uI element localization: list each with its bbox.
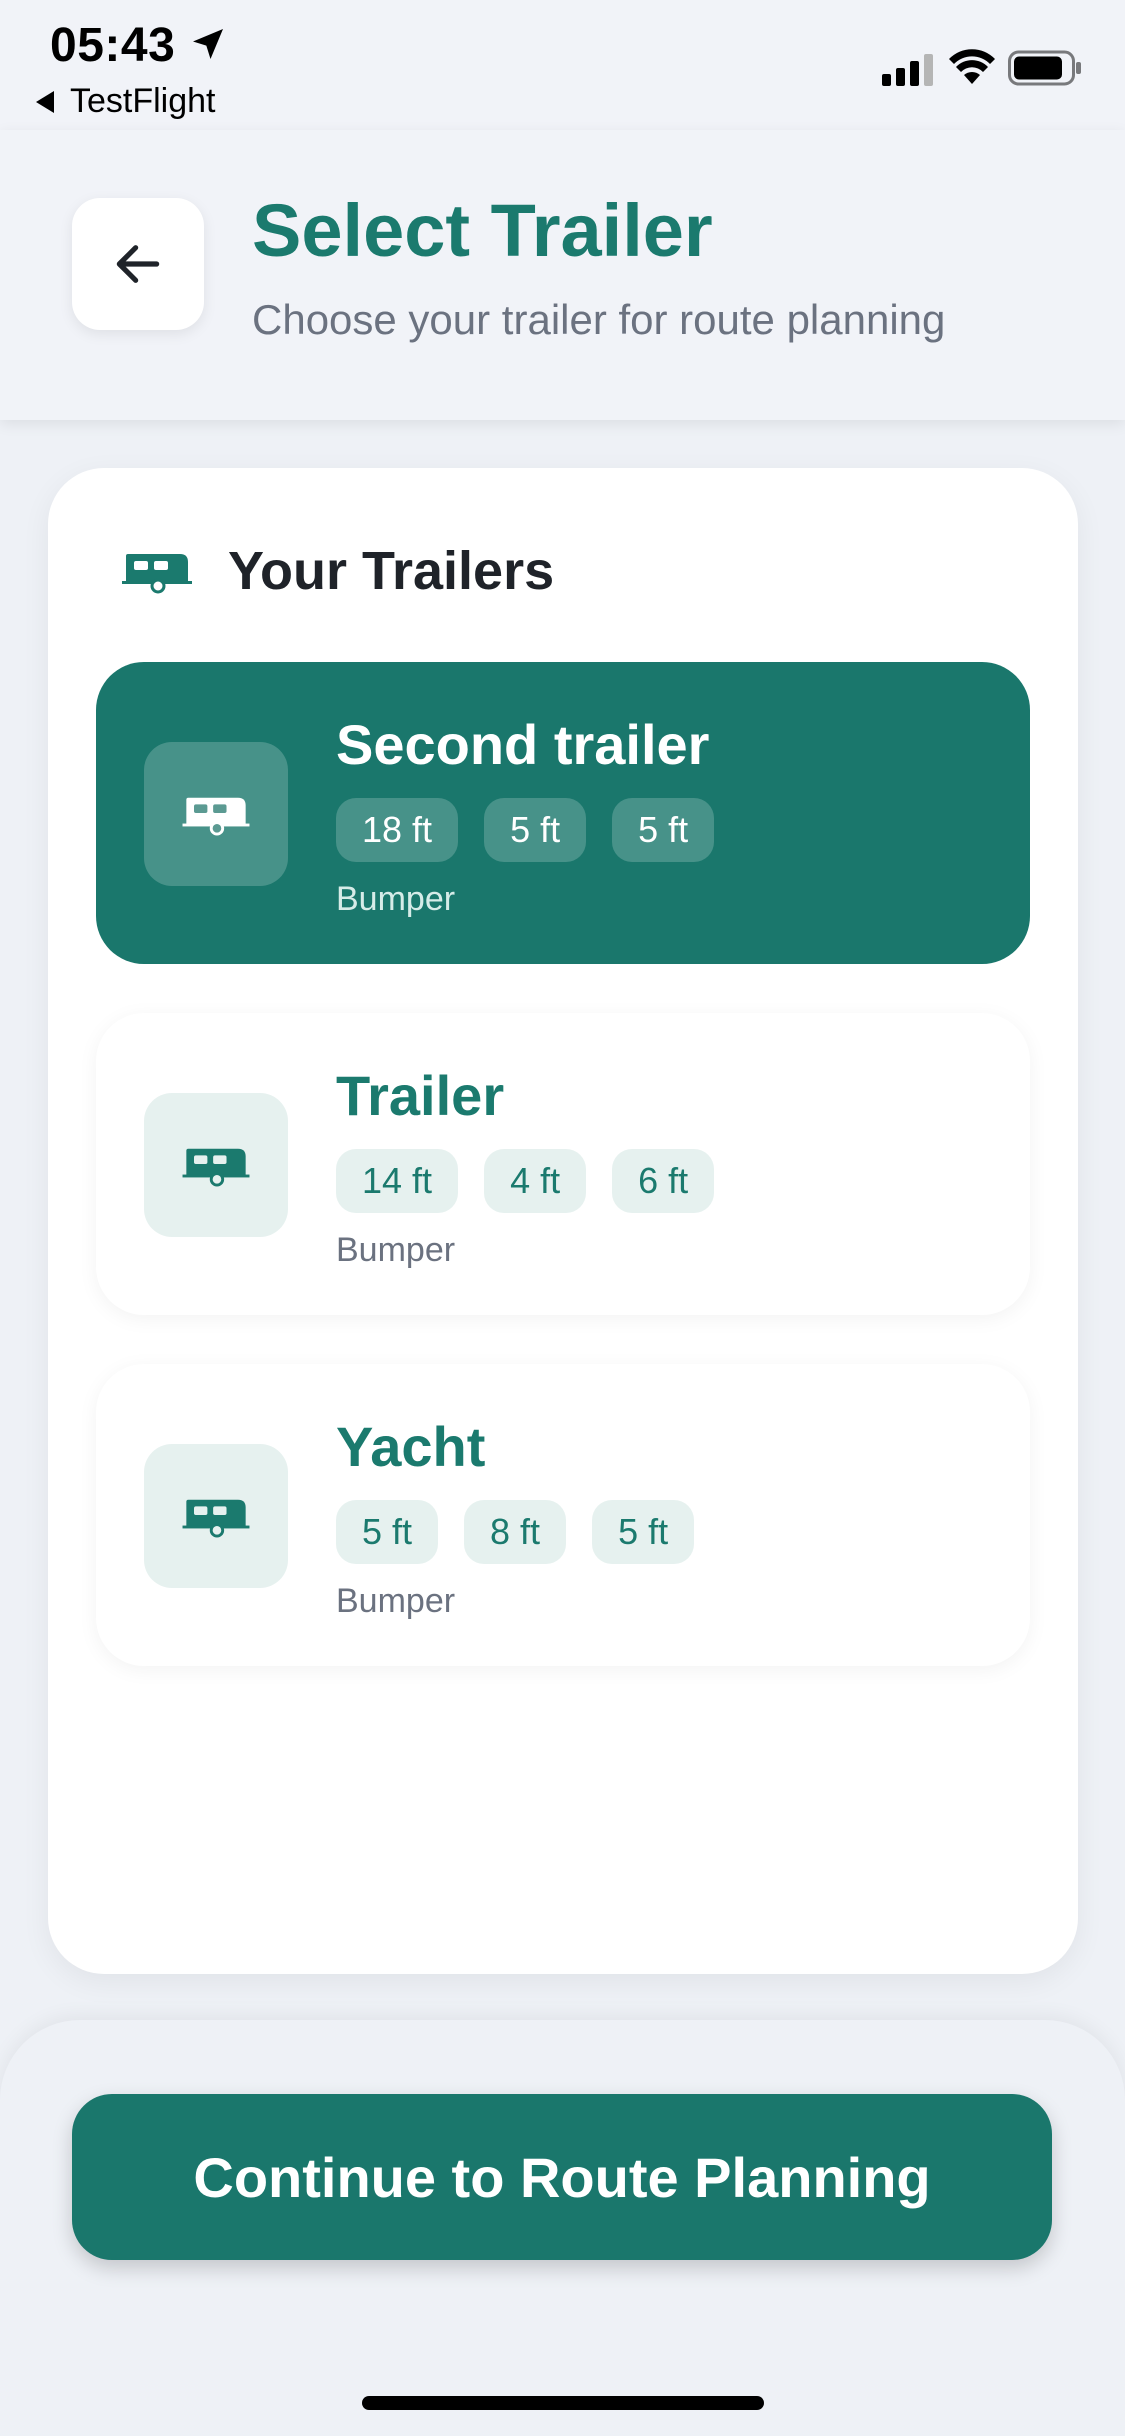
wifi-icon [949,49,995,84]
battery-icon [1008,50,1081,86]
spec-chip: 5 ft [336,1500,439,1564]
trailer-specs: 18 ft 5 ft 5 ft [336,798,740,862]
spec-chip: 6 ft [612,1149,715,1213]
page-header: Select Trailer Choose your trailer for r… [0,130,1125,420]
continue-to-route-planning-button[interactable]: Continue to Route Planning [72,2094,1052,2260]
bottom-action-bar: Continue to Route Planning [0,2020,1125,2436]
trailer-option-trailer[interactable]: Trailer 14 ft 4 ft 6 ft Bumper [96,1013,1030,1315]
back-button[interactable] [72,198,204,330]
section-title: Your Trailers [228,541,555,601]
section-header: Your Trailers [122,540,554,602]
back-triangle-icon [36,90,54,113]
trailer-thumbnail [144,1444,288,1588]
spec-chip: 5 ft [592,1500,695,1564]
caravan-icon [182,797,250,836]
trailers-card: Your Trailers Second trailer 18 ft 5 ft … [48,468,1078,1974]
caravan-icon [182,1148,250,1187]
location-arrow-icon [193,29,223,59]
select-trailer-screen: 05:43 TestFlight Select Trailer Choose y… [0,0,1125,2436]
trailer-hitch-type: Bumper [336,1582,456,1620]
trailer-option-second-trailer[interactable]: Second trailer 18 ft 5 ft 5 ft Bumper [96,662,1030,964]
back-to-testflight-link[interactable]: TestFlight [36,82,216,121]
trailer-hitch-type: Bumper [336,880,456,918]
caravan-icon [182,1499,250,1538]
spec-chip: 5 ft [612,798,715,862]
spec-chip: 18 ft [336,798,459,862]
status-bar: 05:43 TestFlight [0,0,1125,130]
status-time: 05:43 [50,19,176,72]
trailer-name: Second trailer [336,713,710,776]
trailer-option-yacht[interactable]: Yacht 5 ft 8 ft 5 ft Bumper [96,1364,1030,1666]
trailer-name: Trailer [336,1064,505,1127]
spec-chip: 4 ft [484,1149,587,1213]
trailer-thumbnail [144,1093,288,1237]
trailer-name: Yacht [336,1415,486,1478]
page-subtitle: Choose your trailer for route planning [252,296,946,343]
trailer-specs: 5 ft 8 ft 5 ft [336,1500,720,1564]
trailer-thumbnail [144,742,288,886]
home-indicator[interactable] [362,2396,764,2410]
spec-chip: 14 ft [336,1149,459,1213]
spec-chip: 5 ft [484,798,587,862]
page-title: Select Trailer [252,189,713,272]
trailer-specs: 14 ft 4 ft 6 ft [336,1149,740,1213]
spec-chip: 8 ft [464,1500,567,1564]
arrow-left-icon [116,245,160,283]
cellular-signal-icon [882,54,933,86]
back-app-label: TestFlight [70,82,216,120]
trailer-hitch-type: Bumper [336,1231,456,1269]
caravan-icon [122,554,192,594]
